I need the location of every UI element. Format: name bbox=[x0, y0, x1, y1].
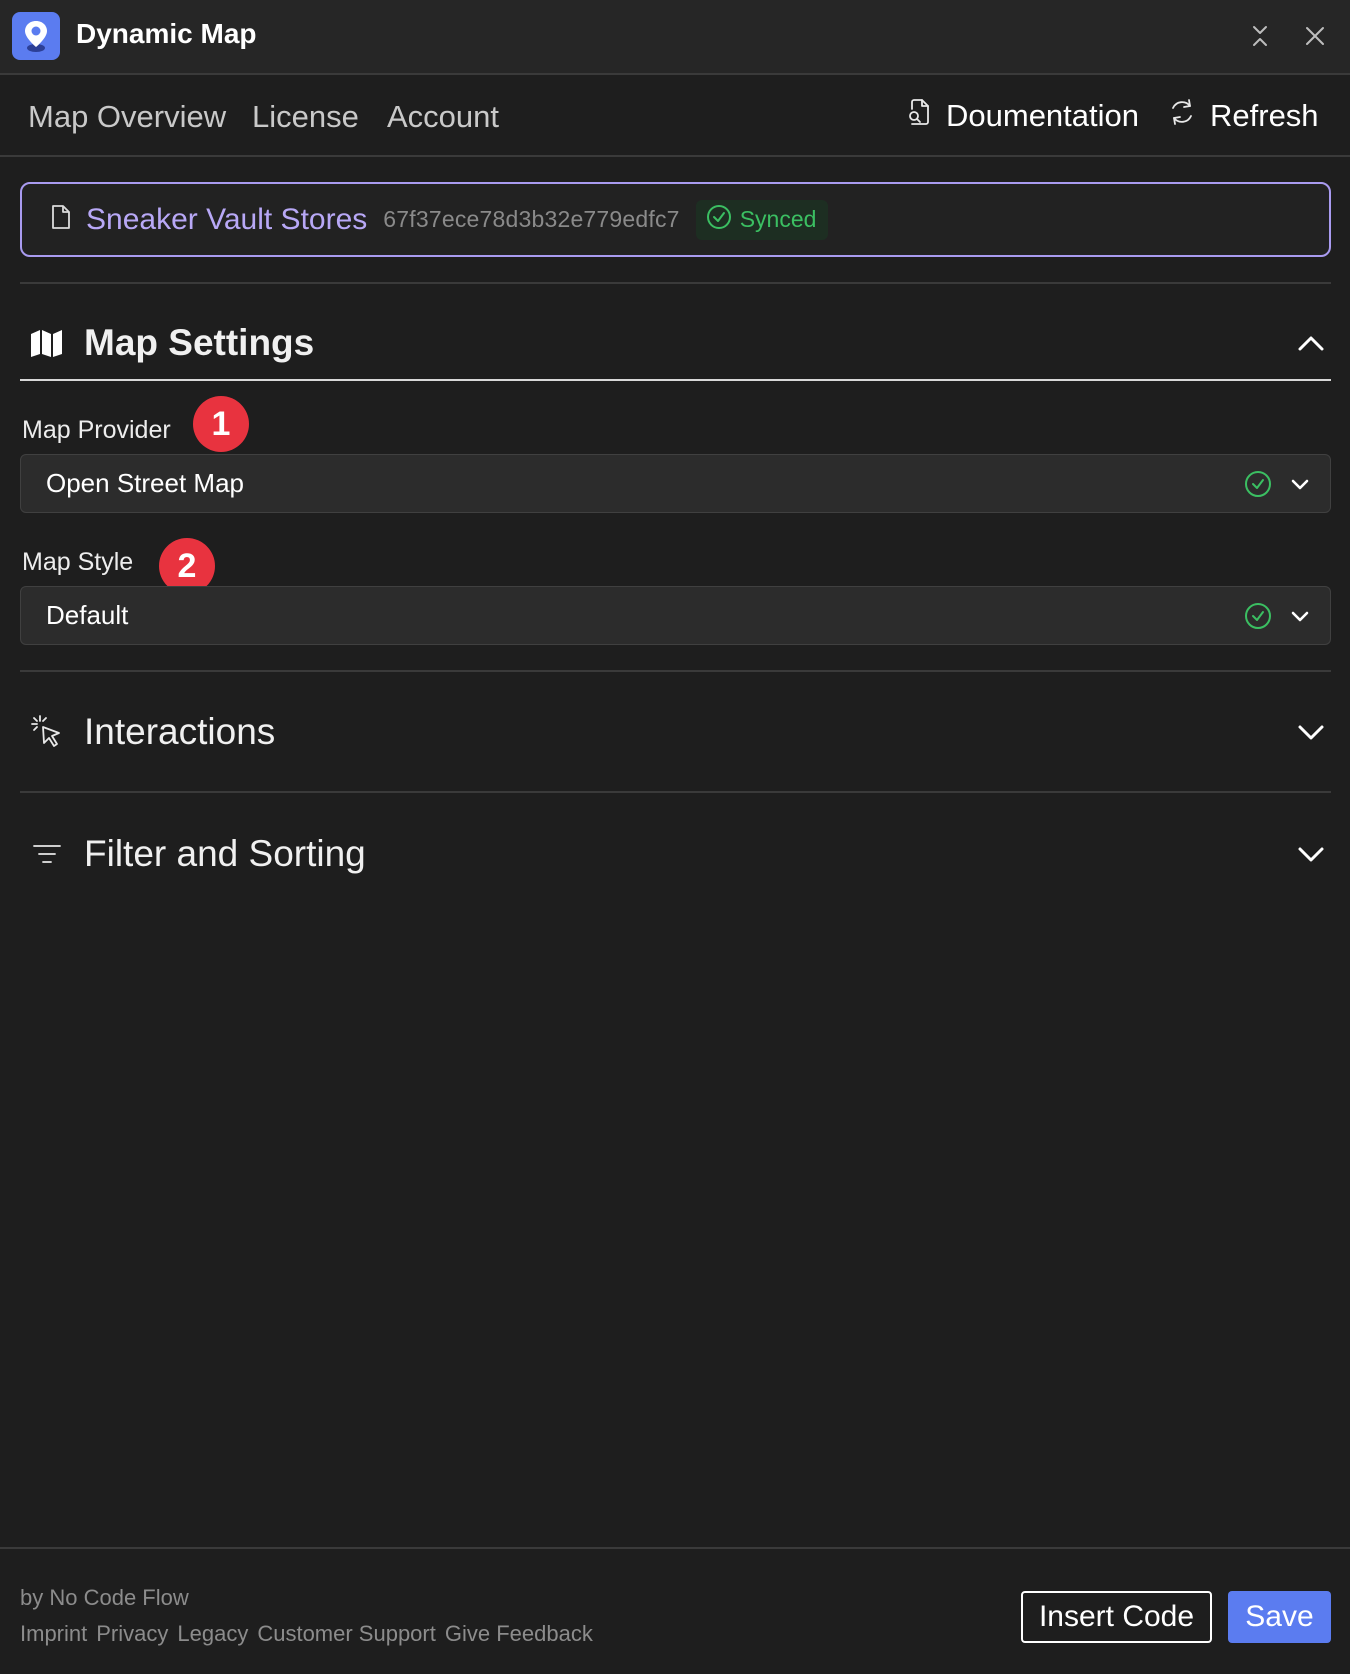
map-style-select[interactable]: Default bbox=[20, 586, 1331, 645]
interactions-title: Interactions bbox=[84, 711, 276, 752]
section-underline bbox=[20, 379, 1331, 381]
chevron-down-icon[interactable] bbox=[1295, 838, 1327, 870]
footer-link-privacy[interactable]: Privacy bbox=[96, 1621, 168, 1647]
footer-link-imprint[interactable]: Imprint bbox=[20, 1621, 87, 1647]
map-settings-header[interactable]: Map Settings bbox=[20, 303, 1331, 383]
tab-account[interactable]: Account bbox=[387, 99, 499, 135]
document-search-icon bbox=[906, 97, 932, 135]
filter-sorting-header[interactable]: Filter and Sorting bbox=[20, 814, 1331, 894]
footer-link-give-feedback[interactable]: Give Feedback bbox=[445, 1621, 593, 1647]
map-provider-value: Open Street Map bbox=[46, 468, 244, 498]
documentation-label: Doumentation bbox=[946, 98, 1140, 133]
map-icon bbox=[28, 324, 66, 362]
tab-license[interactable]: License bbox=[252, 99, 359, 135]
collection-card[interactable]: Sneaker Vault Stores 67f37ece78d3b32e779… bbox=[20, 182, 1331, 257]
app-title: Dynamic Map bbox=[76, 18, 257, 49]
close-icon[interactable] bbox=[1297, 18, 1333, 54]
save-button[interactable]: Save bbox=[1228, 1591, 1331, 1643]
map-style-label: Map Style bbox=[22, 548, 134, 576]
footer-link-customer-support[interactable]: Customer Support bbox=[257, 1621, 436, 1647]
map-provider-select[interactable]: Open Street Map bbox=[20, 454, 1331, 513]
chevron-down-icon[interactable] bbox=[1295, 716, 1327, 748]
chevron-down-icon[interactable] bbox=[1288, 472, 1312, 496]
refresh-icon bbox=[1168, 97, 1196, 135]
collapse-window-icon[interactable] bbox=[1242, 18, 1278, 54]
refresh-button[interactable]: Refresh bbox=[1168, 97, 1319, 135]
tab-map-overview[interactable]: Map Overview bbox=[28, 99, 226, 135]
filter-sorting-title: Filter and Sorting bbox=[84, 833, 366, 874]
check-circle-icon bbox=[1244, 470, 1272, 498]
map-settings-title: Map Settings bbox=[84, 322, 315, 363]
divider bbox=[20, 670, 1331, 672]
interactions-header[interactable]: Interactions bbox=[20, 692, 1331, 772]
footer-links: Imprint Privacy Legacy Customer Support … bbox=[20, 1621, 593, 1647]
collection-name[interactable]: Sneaker Vault Stores bbox=[86, 203, 367, 237]
insert-code-button[interactable]: Insert Code bbox=[1021, 1591, 1212, 1643]
documentation-link[interactable]: Doumentation bbox=[906, 97, 1139, 135]
footer: by No Code Flow Imprint Privacy Legacy C… bbox=[0, 1547, 1350, 1674]
cursor-click-icon bbox=[28, 713, 66, 751]
map-style-value: Default bbox=[46, 600, 129, 630]
status-badge: Synced bbox=[695, 199, 829, 240]
title-bar: Dynamic Map bbox=[0, 0, 1350, 75]
divider bbox=[20, 791, 1331, 793]
collection-id: 67f37ece78d3b32e779edfc7 bbox=[383, 206, 680, 232]
annotation-marker-1: 1 bbox=[193, 396, 249, 452]
map-pin-icon bbox=[12, 12, 60, 60]
top-nav: Map Overview License Account Doumentatio… bbox=[0, 77, 1350, 157]
check-circle-icon bbox=[706, 204, 732, 236]
footer-link-legacy[interactable]: Legacy bbox=[177, 1621, 248, 1647]
refresh-label: Refresh bbox=[1210, 98, 1319, 133]
map-provider-label: Map Provider bbox=[22, 416, 171, 444]
check-circle-icon bbox=[1244, 602, 1272, 630]
filter-icon bbox=[28, 835, 66, 873]
chevron-down-icon[interactable] bbox=[1288, 604, 1312, 628]
footer-credit: by No Code Flow bbox=[20, 1585, 189, 1610]
divider bbox=[20, 282, 1331, 284]
file-icon bbox=[50, 203, 72, 236]
chevron-up-icon[interactable] bbox=[1295, 327, 1327, 359]
status-label: Synced bbox=[739, 206, 817, 232]
